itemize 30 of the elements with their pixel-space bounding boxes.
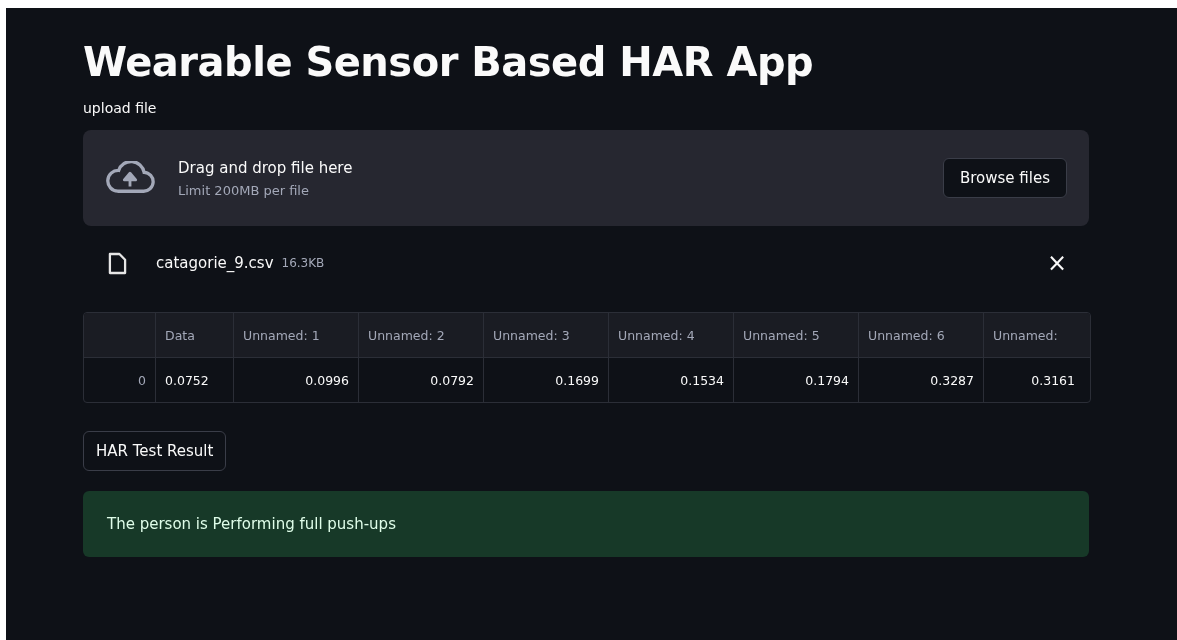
table-cell: 0.3287 xyxy=(930,372,974,388)
column-header[interactable]: Unnamed: 4 xyxy=(618,327,695,343)
column-header[interactable]: Unnamed: 1 xyxy=(243,327,320,343)
column-header[interactable]: Unnamed: xyxy=(993,327,1058,343)
table-cell: 0.3161 xyxy=(1031,372,1075,388)
table-cell: 0.0996 xyxy=(305,372,349,388)
success-message: The person is Performing full push-ups xyxy=(83,491,1089,557)
column-header[interactable]: Data xyxy=(165,327,195,343)
column-header[interactable]: Unnamed: 2 xyxy=(368,327,445,343)
drop-instruction: Drag and drop file here xyxy=(178,158,354,177)
file-icon xyxy=(108,251,127,275)
close-button[interactable]: × xyxy=(1046,249,1067,277)
file-size: 16.3KB xyxy=(281,256,326,270)
table-cell: 0.0752 xyxy=(165,372,209,388)
file-name: catagorie_9.csv xyxy=(156,254,274,272)
table-cell: 0.1699 xyxy=(555,372,599,388)
column-header[interactable]: Unnamed: 3 xyxy=(493,327,570,343)
column-header[interactable]: Unnamed: 6 xyxy=(868,327,945,343)
table-cell: 0.1794 xyxy=(805,372,849,388)
upload-label: upload file xyxy=(83,100,157,116)
size-limit-text: Limit 200MB per file xyxy=(178,182,310,198)
file-dropzone[interactable]: Drag and drop file here Limit 200MB per file Browse files xyxy=(83,130,1089,226)
cloud-upload-icon xyxy=(105,161,155,195)
page-title: Wearable Sensor Based HAR App xyxy=(83,38,814,87)
table-cell: 0.1534 xyxy=(680,372,724,388)
browse-files-button[interactable]: Browse files xyxy=(942,158,1067,198)
har-test-result-button[interactable]: HAR Test Result xyxy=(83,431,227,471)
table-cell: 0.0792 xyxy=(430,372,474,388)
column-header[interactable]: Unnamed: 5 xyxy=(743,327,820,343)
row-index: 0 xyxy=(138,372,146,388)
